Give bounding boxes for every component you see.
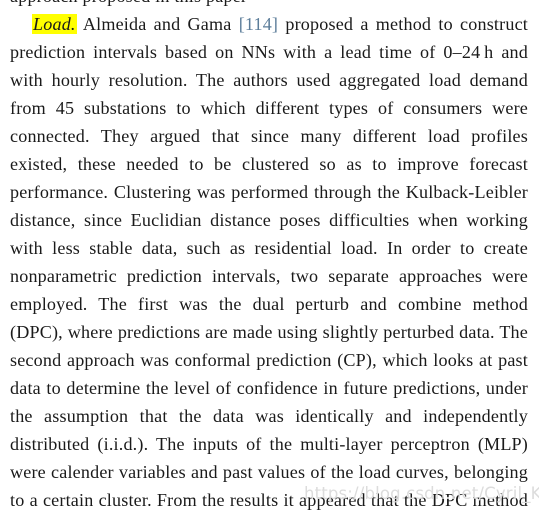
load-lead-in-highlight: Load.: [32, 14, 77, 34]
paragraph-text-after-citation: proposed a method to construct predictio…: [10, 14, 528, 510]
text-column: approach proposed in this paper Load. Al…: [10, 0, 528, 517]
paragraph-text-before-citation: Almeida and Gama: [76, 14, 239, 34]
citation-link-114[interactable]: [114]: [239, 14, 278, 34]
clipped-previous-paragraph-line: approach proposed in this paper: [10, 0, 528, 10]
body-paragraph: Load. Almeida and Gama [114] proposed a …: [10, 10, 528, 517]
document-page: approach proposed in this paper Load. Al…: [0, 0, 539, 517]
